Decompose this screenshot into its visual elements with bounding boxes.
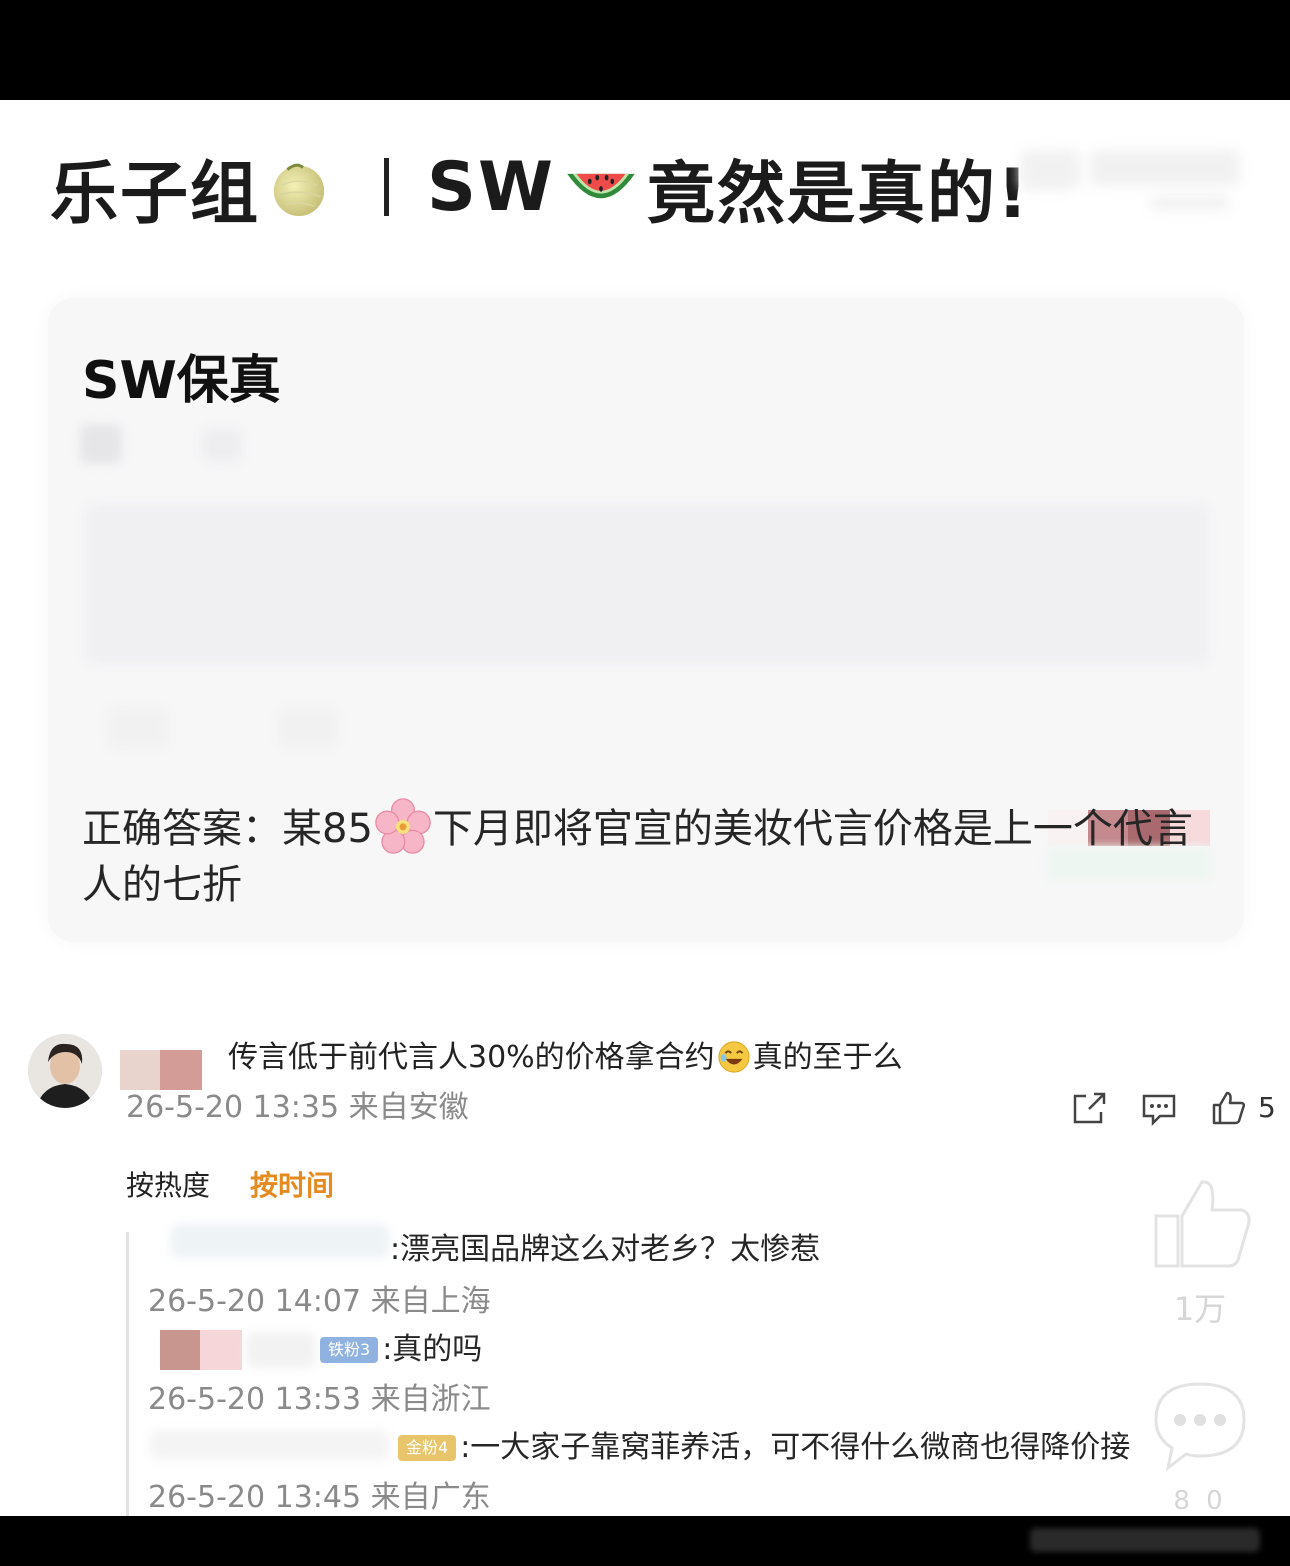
tab-sort-by-hot[interactable]: 按热度: [126, 1166, 210, 1206]
floating-comment-count: 8 0 8: [1173, 1486, 1227, 1516]
username-redacted[interactable]: [150, 1430, 390, 1460]
cherry-blossom-emoji-icon: [375, 798, 431, 854]
redacted-block: [278, 708, 338, 748]
reply-meta: 26-5-20 13:53 来自浙江: [148, 1382, 491, 1417]
title-divider: [384, 158, 390, 216]
share-icon[interactable]: [1070, 1088, 1108, 1128]
quote-card: SW保真 正确答案：某85 下月即将官宣的美妆代言价格是上一个代言人的七折: [48, 298, 1244, 942]
answer-prefix: 正确答案：某85: [82, 806, 373, 852]
answer-text: 正确答案：某85 下月即将官宣的美妆代言价格是上一个代言人的七折: [82, 798, 1212, 913]
comment-text: 传言低于前代言人30%的价格拿合约 真的至于么: [228, 1038, 903, 1078]
bottom-black-bar: [0, 1516, 1290, 1566]
reply-text: :漂亮国品牌这么对老乡？太惨惹: [390, 1232, 821, 1267]
reply-thread-line: [126, 1232, 129, 1516]
redacted-block: [84, 504, 1208, 664]
reply-text-body: :一大家子靠窝菲养活，可不得什么微商也得降价接: [460, 1430, 1131, 1465]
watermelon-emoji-icon: [567, 173, 635, 199]
floating-like-count: 1万: [1173, 1290, 1227, 1328]
username-redacted[interactable]: [120, 1050, 206, 1090]
title-part-3: 竟然是真的!: [647, 154, 1031, 234]
thumbs-up-icon[interactable]: [1150, 1174, 1254, 1274]
username-redacted[interactable]: [200, 1330, 242, 1370]
watermark-redacted: [1030, 1528, 1260, 1552]
username-redacted[interactable]: [246, 1332, 316, 1368]
reply-text: 铁粉3:真的吗: [320, 1330, 482, 1370]
reply-text: 金粉4:一大家子靠窝菲养活，可不得什么微商也得降价接: [398, 1428, 1130, 1468]
username-redacted[interactable]: [170, 1224, 390, 1258]
comment-meta: 26-5-20 13:35 来自安徽: [126, 1090, 469, 1125]
faded-overlay: [1010, 150, 1250, 250]
redacted-block: [80, 424, 122, 464]
laughing-emoji-icon: [718, 1041, 750, 1073]
fan-badge: 铁粉3: [320, 1337, 379, 1363]
redacted-block: [108, 708, 168, 748]
reply-meta: 26-5-20 13:45 来自广东: [148, 1480, 491, 1515]
comment-text-before: 传言低于前代言人30%的价格拿合约: [228, 1040, 715, 1075]
chat-bubble-icon[interactable]: [1150, 1376, 1250, 1476]
post-page: 乐子组 SW 竟然是真的! SW保真 正确答案：某85 下月即将官宣的美妆代言价…: [0, 100, 1290, 1516]
avatar-portrait-icon: [28, 1034, 102, 1108]
redacted-block: [202, 428, 242, 462]
melon-emoji-icon: [273, 163, 325, 217]
avatar[interactable]: [28, 1034, 102, 1108]
comment-icon[interactable]: [1140, 1088, 1178, 1128]
comment-like-count: 5: [1258, 1091, 1276, 1124]
fan-badge: 金粉4: [398, 1435, 457, 1461]
card-heading: SW保真: [82, 351, 281, 411]
comment-text-after: 真的至于么: [752, 1040, 903, 1075]
top-black-bar: [0, 0, 1290, 100]
page-title: 乐子组 SW 竟然是真的!: [50, 142, 1030, 234]
like-icon[interactable]: [1210, 1088, 1248, 1128]
username-redacted[interactable]: [160, 1330, 200, 1370]
tab-sort-by-time[interactable]: 按时间: [250, 1166, 334, 1206]
reply-text-body: :真的吗: [382, 1332, 483, 1367]
title-part-2: SW: [427, 147, 555, 227]
reply-meta: 26-5-20 14:07 来自上海: [148, 1284, 491, 1319]
title-part-1: 乐子组: [50, 154, 261, 234]
